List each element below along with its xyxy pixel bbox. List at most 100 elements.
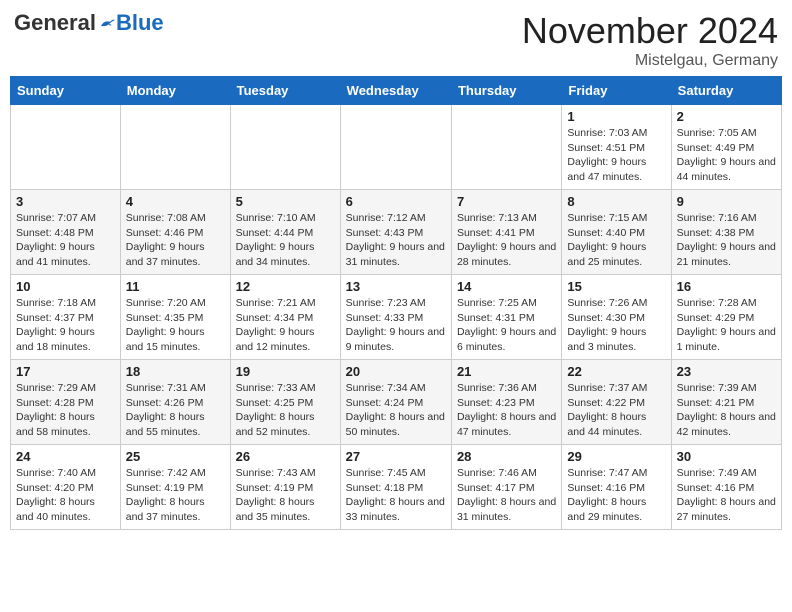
day-info: Sunrise: 7:47 AM Sunset: 4:16 PM Dayligh… <box>567 466 665 525</box>
day-info: Sunrise: 7:20 AM Sunset: 4:35 PM Dayligh… <box>126 296 225 355</box>
day-number: 10 <box>16 279 115 294</box>
calendar-week-3: 10Sunrise: 7:18 AM Sunset: 4:37 PM Dayli… <box>11 275 782 360</box>
month-title: November 2024 <box>522 10 778 52</box>
calendar-cell: 21 Sunrise: 7:36 AM Sunset: 4:23 PM Dayli… <box>451 360 561 445</box>
day-number: 28 <box>457 449 556 464</box>
calendar-cell: 8 Sunrise: 7:15 AM Sunset: 4:40 PM Daylig… <box>562 190 671 275</box>
day-number: 5 <box>236 194 335 209</box>
day-info: Sunrise: 7:26 AM Sunset: 4:30 PM Dayligh… <box>567 296 665 355</box>
logo-general-text: General <box>14 10 96 36</box>
header: General Blue November 2024 Mistelgau, Ge… <box>10 10 782 70</box>
day-number: 22 <box>567 364 665 379</box>
calendar-cell: 18 Sunrise: 7:31 AM Sunset: 4:26 PM Dayli… <box>120 360 230 445</box>
calendar-cell: 15 Sunrise: 7:26 AM Sunset: 4:30 PM Dayli… <box>562 275 671 360</box>
day-info: Sunrise: 7:23 AM Sunset: 4:33 PM Dayligh… <box>346 296 446 355</box>
calendar-cell: 6 Sunrise: 7:12 AM Sunset: 4:43 PM Daylig… <box>340 190 451 275</box>
day-info: Sunrise: 7:25 AM Sunset: 4:31 PM Dayligh… <box>457 296 556 355</box>
calendar-week-5: 24Sunrise: 7:40 AM Sunset: 4:20 PM Dayli… <box>11 445 782 530</box>
calendar-cell: 12Sunrise: 7:21 AM Sunset: 4:34 PM Dayli… <box>230 275 340 360</box>
calendar-cell: 28Sunrise: 7:46 AM Sunset: 4:17 PM Dayli… <box>451 445 561 530</box>
day-info: Sunrise: 7:21 AM Sunset: 4:34 PM Dayligh… <box>236 296 335 355</box>
day-number: 3 <box>16 194 115 209</box>
day-info: Sunrise: 7:10 AM Sunset: 4:44 PM Dayligh… <box>236 211 335 270</box>
day-info: Sunrise: 7:45 AM Sunset: 4:18 PM Dayligh… <box>346 466 446 525</box>
calendar: SundayMondayTuesdayWednesdayThursdayFrid… <box>10 76 782 530</box>
calendar-cell: 2 Sunrise: 7:05 AM Sunset: 4:49 PM Daylig… <box>671 105 781 190</box>
day-info: Sunrise: 7:28 AM Sunset: 4:29 PM Dayligh… <box>677 296 776 355</box>
calendar-cell <box>230 105 340 190</box>
calendar-week-1: 1 Sunrise: 7:03 AM Sunset: 4:51 PM Daylig… <box>11 105 782 190</box>
calendar-cell: 19 Sunrise: 7:33 AM Sunset: 4:25 PM Dayli… <box>230 360 340 445</box>
calendar-cell: 14 Sunrise: 7:25 AM Sunset: 4:31 PM Dayli… <box>451 275 561 360</box>
day-info: Sunrise: 7:39 AM Sunset: 4:21 PM Dayligh… <box>677 381 776 440</box>
calendar-header: SundayMondayTuesdayWednesdayThursdayFrid… <box>11 77 782 105</box>
day-number: 26 <box>236 449 335 464</box>
day-number: 15 <box>567 279 665 294</box>
calendar-cell: 13 Sunrise: 7:23 AM Sunset: 4:33 PM Dayli… <box>340 275 451 360</box>
weekday-wednesday: Wednesday <box>340 77 451 105</box>
day-number: 24 <box>16 449 115 464</box>
calendar-week-2: 3 Sunrise: 7:07 AM Sunset: 4:48 PM Daylig… <box>11 190 782 275</box>
logo-blue-text: Blue <box>116 10 164 36</box>
logo: General Blue <box>14 10 164 36</box>
day-info: Sunrise: 7:37 AM Sunset: 4:22 PM Dayligh… <box>567 381 665 440</box>
weekday-header-row: SundayMondayTuesdayWednesdayThursdayFrid… <box>11 77 782 105</box>
day-info: Sunrise: 7:36 AM Sunset: 4:23 PM Dayligh… <box>457 381 556 440</box>
calendar-cell: 16 Sunrise: 7:28 AM Sunset: 4:29 PM Dayli… <box>671 275 781 360</box>
day-number: 16 <box>677 279 776 294</box>
day-number: 13 <box>346 279 446 294</box>
calendar-cell: 17 Sunrise: 7:29 AM Sunset: 4:28 PM Dayli… <box>11 360 121 445</box>
day-info: Sunrise: 7:03 AM Sunset: 4:51 PM Dayligh… <box>567 126 665 185</box>
calendar-cell <box>451 105 561 190</box>
calendar-cell: 23 Sunrise: 7:39 AM Sunset: 4:21 PM Dayli… <box>671 360 781 445</box>
day-number: 7 <box>457 194 556 209</box>
calendar-cell: 30Sunrise: 7:49 AM Sunset: 4:16 PM Dayli… <box>671 445 781 530</box>
day-number: 23 <box>677 364 776 379</box>
day-number: 6 <box>346 194 446 209</box>
calendar-cell <box>11 105 121 190</box>
title-section: November 2024 Mistelgau, Germany <box>522 10 778 70</box>
calendar-cell: 11Sunrise: 7:20 AM Sunset: 4:35 PM Dayli… <box>120 275 230 360</box>
location: Mistelgau, Germany <box>522 52 778 70</box>
day-info: Sunrise: 7:08 AM Sunset: 4:46 PM Dayligh… <box>126 211 225 270</box>
day-info: Sunrise: 7:12 AM Sunset: 4:43 PM Dayligh… <box>346 211 446 270</box>
day-info: Sunrise: 7:16 AM Sunset: 4:38 PM Dayligh… <box>677 211 776 270</box>
day-number: 21 <box>457 364 556 379</box>
day-info: Sunrise: 7:15 AM Sunset: 4:40 PM Dayligh… <box>567 211 665 270</box>
day-info: Sunrise: 7:49 AM Sunset: 4:16 PM Dayligh… <box>677 466 776 525</box>
day-info: Sunrise: 7:34 AM Sunset: 4:24 PM Dayligh… <box>346 381 446 440</box>
day-info: Sunrise: 7:43 AM Sunset: 4:19 PM Dayligh… <box>236 466 335 525</box>
day-number: 9 <box>677 194 776 209</box>
day-number: 1 <box>567 109 665 124</box>
day-info: Sunrise: 7:05 AM Sunset: 4:49 PM Dayligh… <box>677 126 776 185</box>
day-info: Sunrise: 7:07 AM Sunset: 4:48 PM Dayligh… <box>16 211 115 270</box>
day-number: 14 <box>457 279 556 294</box>
weekday-thursday: Thursday <box>451 77 561 105</box>
day-info: Sunrise: 7:33 AM Sunset: 4:25 PM Dayligh… <box>236 381 335 440</box>
calendar-cell: 1 Sunrise: 7:03 AM Sunset: 4:51 PM Daylig… <box>562 105 671 190</box>
calendar-cell: 10Sunrise: 7:18 AM Sunset: 4:37 PM Dayli… <box>11 275 121 360</box>
day-number: 29 <box>567 449 665 464</box>
calendar-cell: 9 Sunrise: 7:16 AM Sunset: 4:38 PM Daylig… <box>671 190 781 275</box>
calendar-cell: 5 Sunrise: 7:10 AM Sunset: 4:44 PM Daylig… <box>230 190 340 275</box>
day-number: 2 <box>677 109 776 124</box>
day-info: Sunrise: 7:42 AM Sunset: 4:19 PM Dayligh… <box>126 466 225 525</box>
day-number: 8 <box>567 194 665 209</box>
calendar-cell: 22 Sunrise: 7:37 AM Sunset: 4:22 PM Dayli… <box>562 360 671 445</box>
day-number: 25 <box>126 449 225 464</box>
day-info: Sunrise: 7:31 AM Sunset: 4:26 PM Dayligh… <box>126 381 225 440</box>
calendar-cell: 27Sunrise: 7:45 AM Sunset: 4:18 PM Dayli… <box>340 445 451 530</box>
day-number: 17 <box>16 364 115 379</box>
calendar-cell: 3 Sunrise: 7:07 AM Sunset: 4:48 PM Daylig… <box>11 190 121 275</box>
calendar-body: 1 Sunrise: 7:03 AM Sunset: 4:51 PM Daylig… <box>11 105 782 530</box>
calendar-cell: 7Sunrise: 7:13 AM Sunset: 4:41 PM Daylig… <box>451 190 561 275</box>
weekday-saturday: Saturday <box>671 77 781 105</box>
logo-bird-icon <box>98 14 116 32</box>
calendar-cell: 26 Sunrise: 7:43 AM Sunset: 4:19 PM Dayli… <box>230 445 340 530</box>
calendar-week-4: 17 Sunrise: 7:29 AM Sunset: 4:28 PM Dayli… <box>11 360 782 445</box>
calendar-cell <box>120 105 230 190</box>
day-info: Sunrise: 7:29 AM Sunset: 4:28 PM Dayligh… <box>16 381 115 440</box>
calendar-cell: 29 Sunrise: 7:47 AM Sunset: 4:16 PM Dayli… <box>562 445 671 530</box>
day-number: 18 <box>126 364 225 379</box>
day-number: 19 <box>236 364 335 379</box>
